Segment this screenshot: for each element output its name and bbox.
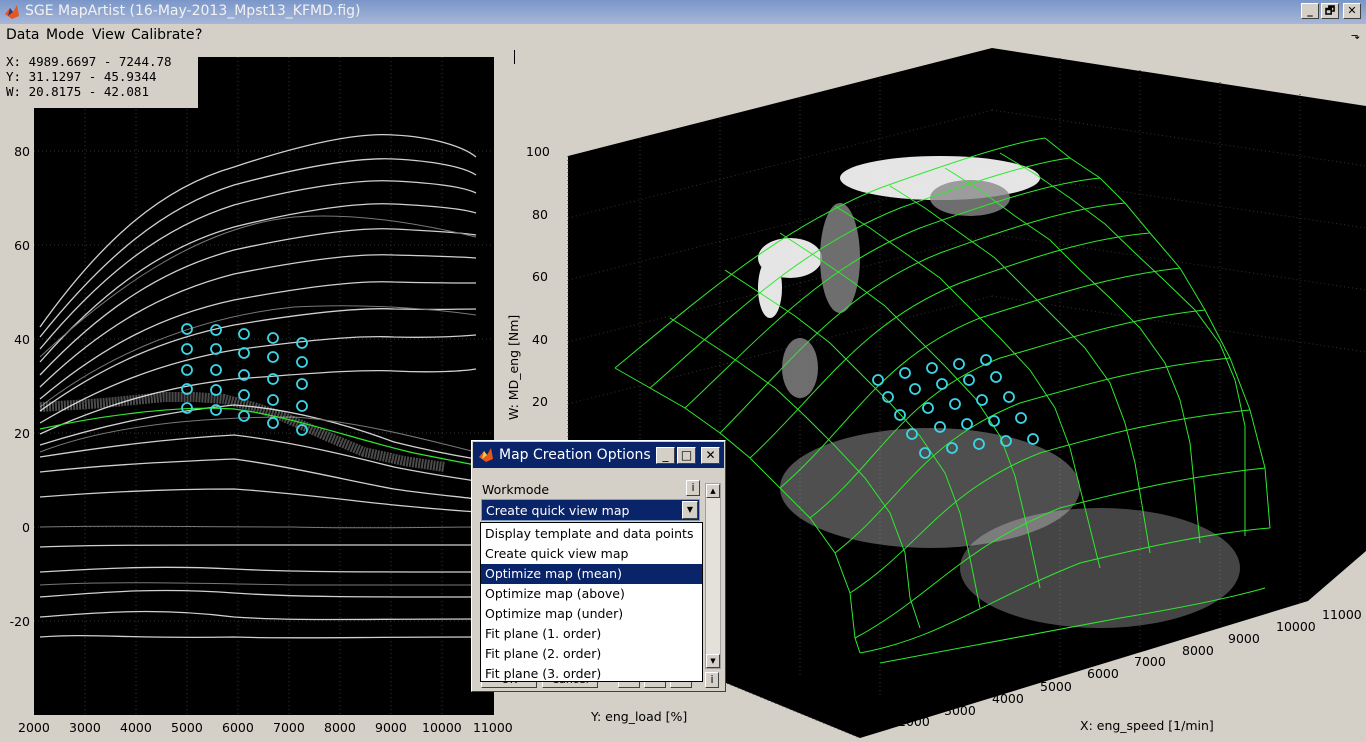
chevron-down-icon[interactable]: ▼ (682, 501, 698, 519)
bottom-info-button[interactable]: i (705, 672, 719, 688)
dropdown-option[interactable]: Optimize map (above) (481, 584, 702, 604)
option-label: Optimize map (mean) (485, 566, 622, 581)
workmode-label: Workmode (482, 482, 550, 497)
option-label: Fit plane (3. order) (485, 666, 602, 681)
x3d-tick-label: 2000 (898, 714, 930, 729)
y-tick-label: 60 (14, 238, 30, 253)
x-tick-label: 2000 (18, 720, 50, 735)
x-tick-label: 4000 (120, 720, 152, 735)
dialog-title: Map Creation Options (499, 447, 651, 463)
z-tick-label: 80 (532, 207, 548, 222)
dialog-close-button[interactable]: ✕ (701, 447, 720, 464)
menu-help[interactable]: ? (195, 27, 202, 43)
menu-bar: Data Mode View Calibrate ? ⬎ (0, 24, 1366, 46)
option-label: Create quick view map (485, 546, 629, 561)
y-tick-label: 20 (14, 426, 30, 441)
dropdown-option[interactable]: Fit plane (2. order) (481, 644, 702, 664)
y-tick-label: 0 (22, 520, 30, 535)
plot-2d-axes[interactable] (34, 57, 494, 715)
coordinate-readout: X: 4989.6697 - 7244.78 Y: 31.1297 - 45.9… (0, 52, 198, 108)
minimize-button[interactable]: _ (1301, 3, 1319, 19)
z-axis-label: W: MD_eng [Nm] (506, 314, 521, 420)
y-tick-label: 80 (14, 144, 30, 159)
menu-data[interactable]: Data (6, 27, 39, 43)
workmode-select[interactable]: Create quick view map ▼ (481, 499, 700, 521)
z-tick-label: 100 (526, 144, 550, 159)
dialog-title-bar[interactable]: Map Creation Options _ □ ✕ (473, 442, 724, 468)
readout-y: Y: 31.1297 - 45.9344 (6, 69, 157, 84)
x3d-tick-label: 8000 (1182, 643, 1214, 658)
x3d-tick-label: 3000 (944, 703, 976, 718)
dock-arrow-icon[interactable]: ⬎ (1351, 29, 1360, 42)
y3d-axis-label: Y: eng_load [%] (591, 709, 688, 724)
dropdown-option[interactable]: Display template and data points (481, 524, 702, 544)
readout-x: X: 4989.6697 - 7244.78 (6, 54, 172, 69)
x3d-tick-label: 7000 (1134, 654, 1166, 669)
title-bar: SGE MapArtist (16-May-2013_Mpst13_KFMD.f… (0, 0, 1366, 24)
readout-w: W: 20.8175 - 42.081 (6, 84, 149, 99)
x-tick-label: 9000 (375, 720, 407, 735)
z-tick-label: 40 (532, 332, 548, 347)
y-tick-label: -20 (9, 614, 30, 629)
dropdown-option[interactable]: Fit plane (3. order) (481, 664, 702, 684)
y3d-tick-label: 40 (750, 653, 766, 668)
x3d-tick-label: 9000 (1228, 631, 1260, 646)
matlab-logo-icon (5, 5, 19, 19)
workmode-dropdown-list[interactable]: Display template and data points Create … (480, 522, 703, 682)
option-label: Fit plane (1. order) (485, 626, 602, 641)
y-tick-label: 40 (14, 332, 30, 347)
scroll-up-icon[interactable]: ▲ (706, 484, 720, 498)
x-tick-label: 5000 (171, 720, 203, 735)
workmode-selected-value: Create quick view map (486, 503, 630, 518)
scroll-down-icon[interactable]: ▼ (706, 654, 720, 668)
close-button[interactable]: ✕ (1343, 3, 1361, 19)
workmode-info-button[interactable]: i (686, 480, 700, 496)
x3d-tick-label: 10000 (1276, 619, 1316, 634)
matlab-logo-icon (479, 448, 493, 462)
option-label: Optimize map (under) (485, 606, 624, 621)
restore-button[interactable]: 🗗 (1321, 3, 1339, 19)
dropdown-option[interactable]: Optimize map (under) (481, 604, 702, 624)
x-tick-label: 10000 (422, 720, 462, 735)
plot-2d-canvas (34, 57, 494, 715)
option-label: Display template and data points (485, 526, 694, 541)
menu-view[interactable]: View (92, 27, 125, 43)
x-tick-label: 7000 (273, 720, 305, 735)
z-tick-label: 20 (532, 394, 548, 409)
x-tick-label: 3000 (69, 720, 101, 735)
x-tick-label: 8000 (324, 720, 356, 735)
menu-calibrate[interactable]: Calibrate (131, 27, 194, 43)
z-tick-label: 60 (532, 269, 548, 284)
y3d-tick-label: 20 (788, 684, 804, 699)
dialog-scrollbar[interactable]: ▲ ▼ (705, 483, 721, 669)
x3d-tick-label: 6000 (1087, 666, 1119, 681)
x-tick-label: 6000 (222, 720, 254, 735)
x3d-tick-label: 11000 (1322, 607, 1362, 622)
y3d-tick-label: 0 (858, 712, 866, 727)
option-label: Fit plane (2. order) (485, 646, 602, 661)
x3d-axis-label: X: eng_speed [1/min] (1080, 718, 1214, 733)
x3d-tick-label: 4000 (992, 691, 1024, 706)
menu-mode[interactable]: Mode (46, 27, 84, 43)
x3d-tick-label: 5000 (1040, 679, 1072, 694)
dropdown-option[interactable]: Fit plane (1. order) (481, 624, 702, 644)
dropdown-option-highlighted[interactable]: Optimize map (mean) (481, 564, 702, 584)
option-label: Optimize map (above) (485, 586, 625, 601)
dialog-maximize-button[interactable]: □ (677, 447, 696, 464)
dialog-minimize-button[interactable]: _ (656, 447, 675, 464)
dropdown-option[interactable]: Create quick view map (481, 544, 702, 564)
window-title: SGE MapArtist (16-May-2013_Mpst13_KFMD.f… (25, 3, 361, 19)
